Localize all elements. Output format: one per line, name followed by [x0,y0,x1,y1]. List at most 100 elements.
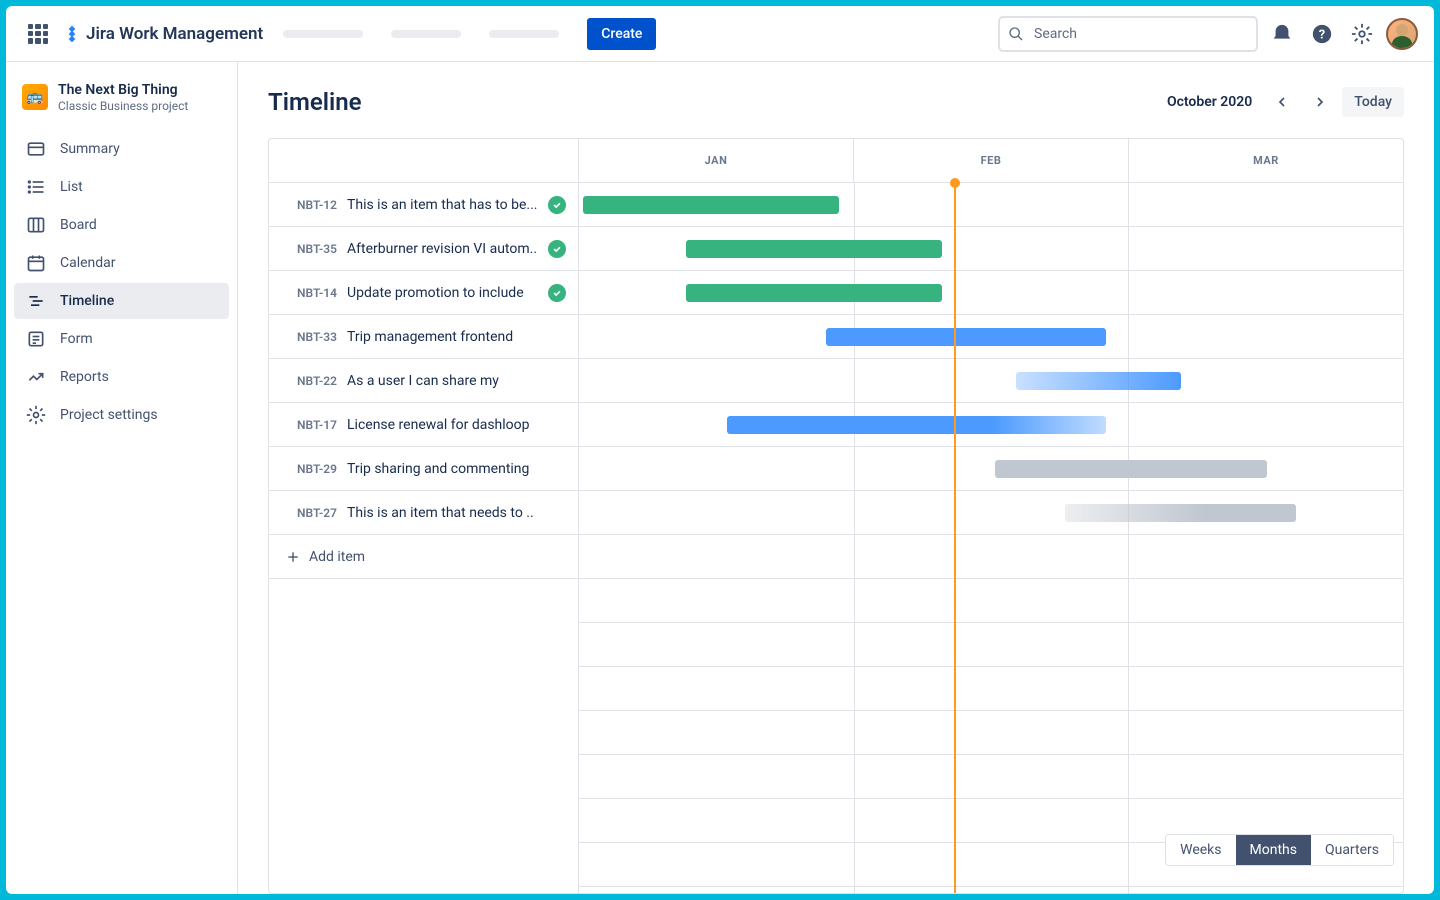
summary-icon [26,139,46,159]
board-icon [26,215,46,235]
sidebar-item-form[interactable]: Form [14,321,229,357]
zoom-quarters[interactable]: Quarters [1311,835,1393,865]
timeline-bar[interactable] [1065,504,1296,522]
plus-icon [285,549,301,565]
issue-row[interactable]: NBT-33 Trip management frontend [269,315,578,359]
issue-title: This is an item that has to be... [347,197,538,213]
issue-row[interactable]: NBT-22 As a user I can share my [269,359,578,403]
timeline-row [579,491,1403,535]
timeline-row [579,447,1403,491]
notifications-icon[interactable] [1266,18,1298,50]
sidebar: 🚌 The Next Big Thing Classic Business pr… [6,62,238,894]
issue-title: Trip management frontend [347,329,566,345]
timeline-bar[interactable] [826,328,1106,346]
issue-title: This is an item that needs to .. [347,505,566,521]
today-button[interactable]: Today [1342,87,1404,117]
timeline-bar[interactable] [583,196,838,214]
month-header: FEB [854,139,1129,182]
today-marker [954,183,956,893]
timeline-row [579,183,1403,227]
issue-key: NBT-33 [281,330,337,344]
issue-row[interactable]: NBT-27 This is an item that needs to .. [269,491,578,535]
next-button[interactable] [1304,86,1336,118]
issue-row[interactable]: NBT-29 Trip sharing and commenting [269,447,578,491]
calendar-icon [26,253,46,273]
form-icon [26,329,46,349]
nav-placeholder [489,30,559,38]
nav-placeholder [283,30,363,38]
product-name: Jira Work Management [86,24,263,44]
timeline-bar[interactable] [686,284,941,302]
timeline-row [579,271,1403,315]
project-type: Classic Business project [58,99,188,113]
timeline-row [579,359,1403,403]
issue-title: Trip sharing and commenting [347,461,566,477]
settings-icon[interactable] [1346,18,1378,50]
timeline-row-empty [579,711,1403,755]
chevron-right-icon [1312,94,1328,110]
timeline-bar[interactable] [995,460,1267,478]
issue-key: NBT-14 [281,286,337,300]
sidebar-item-timeline[interactable]: Timeline [14,283,229,319]
timeline-row-empty [579,667,1403,711]
sidebar-item-reports[interactable]: Reports [14,359,229,395]
issue-key: NBT-29 [281,462,337,476]
user-avatar[interactable] [1386,18,1418,50]
issue-key: NBT-12 [281,198,337,212]
chevron-left-icon [1274,94,1290,110]
issue-key: NBT-35 [281,242,337,256]
help-icon[interactable]: ? [1306,18,1338,50]
zoom-months[interactable]: Months [1236,835,1311,865]
issue-title: Afterburner revision VI autom.. [347,241,538,257]
add-item-button[interactable]: Add item [269,535,578,579]
sidebar-item-board[interactable]: Board [14,207,229,243]
search-input[interactable] [998,16,1258,52]
timeline-row-empty [579,623,1403,667]
timeline-row-empty [579,579,1403,623]
prev-button[interactable] [1266,86,1298,118]
timeline-row-empty [579,535,1403,579]
top-nav: Jira Work Management Create ? [6,6,1434,62]
timeline-row [579,227,1403,271]
issue-title: License renewal for dashloop [347,417,566,433]
issue-title: Update promotion to include [347,285,538,301]
zoom-weeks[interactable]: Weeks [1166,835,1235,865]
issue-key: NBT-22 [281,374,337,388]
issue-title: As a user I can share my [347,373,566,389]
page-title: Timeline [268,88,362,116]
app-switcher-icon[interactable] [22,18,54,50]
timeline-row [579,315,1403,359]
sidebar-item-list[interactable]: List [14,169,229,205]
issue-row[interactable]: NBT-35 Afterburner revision VI autom.. [269,227,578,271]
timeline-row-empty [579,755,1403,799]
nav-placeholder [391,30,461,38]
sidebar-item-summary[interactable]: Summary [14,131,229,167]
reports-icon [26,367,46,387]
issue-row[interactable]: NBT-12 This is an item that has to be... [269,183,578,227]
timeline-bar[interactable] [1016,372,1181,390]
sidebar-item-calendar[interactable]: Calendar [14,245,229,281]
gear-icon [26,405,46,425]
timeline-bar[interactable] [686,240,941,258]
project-header[interactable]: 🚌 The Next Big Thing Classic Business pr… [14,78,229,117]
create-button[interactable]: Create [587,18,656,50]
issue-row[interactable]: NBT-14 Update promotion to include [269,271,578,315]
svg-text:?: ? [1319,27,1325,42]
zoom-toggle: Weeks Months Quarters [1165,834,1394,866]
issue-key: NBT-27 [281,506,337,520]
project-icon: 🚌 [22,84,48,110]
list-icon [26,177,46,197]
issue-key: NBT-17 [281,418,337,432]
status-done-icon [548,196,566,214]
product-logo[interactable]: Jira Work Management [62,24,263,44]
status-done-icon [548,284,566,302]
project-name: The Next Big Thing [58,82,188,99]
main-content: Timeline October 2020 Today NBT-12This [238,62,1434,894]
issue-row[interactable]: NBT-17 License renewal for dashloop [269,403,578,447]
date-label: October 2020 [1167,94,1252,110]
timeline-row [579,403,1403,447]
timeline-bar[interactable] [727,416,1106,434]
jira-logo-icon [62,24,82,44]
timeline: NBT-12This is an item that has to be...N… [268,138,1404,894]
sidebar-item-project-settings[interactable]: Project settings [14,397,229,433]
